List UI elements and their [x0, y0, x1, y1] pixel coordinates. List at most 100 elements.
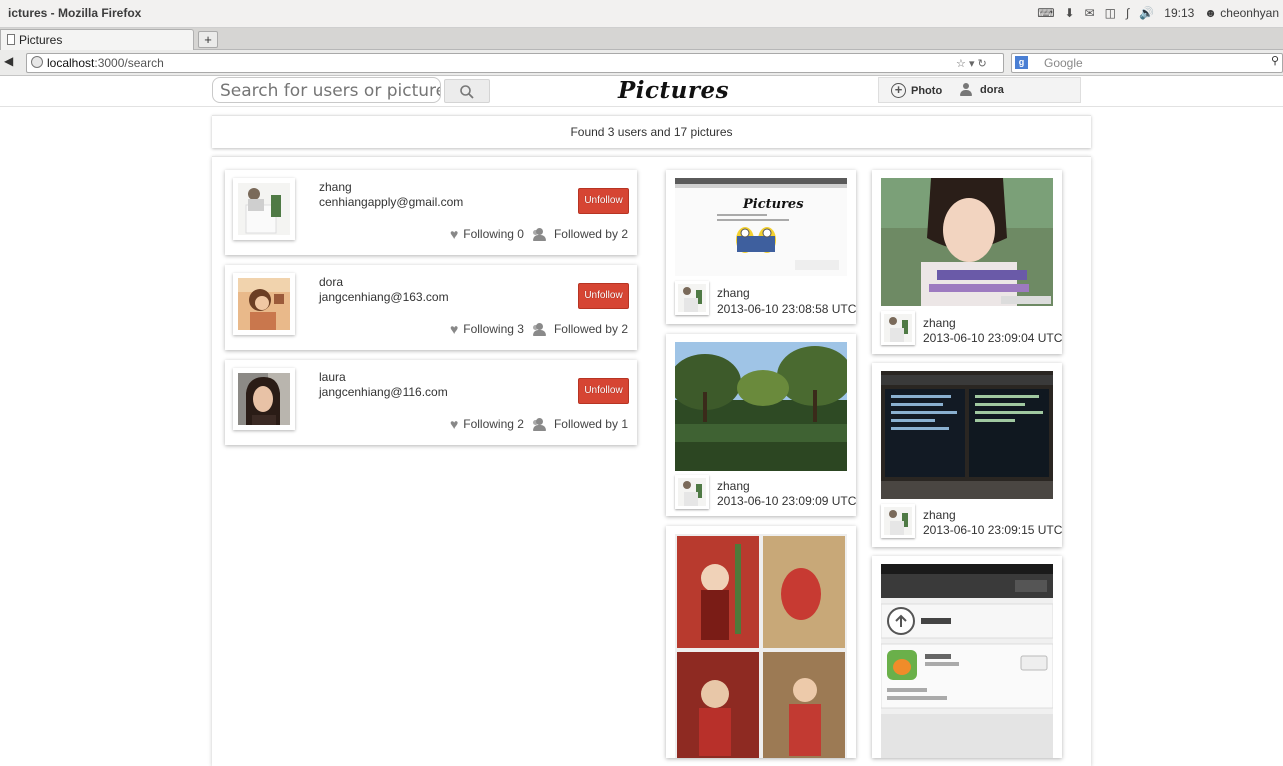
volume-icon[interactable]: 🔊 — [1139, 6, 1154, 20]
heart-icon: ♥ — [449, 416, 459, 432]
picture-thumbnail[interactable] — [881, 564, 1053, 758]
picture-thumbnail[interactable] — [675, 534, 847, 758]
user-stats: ♥ Following 2 Followed by 1 — [450, 417, 628, 431]
following-count[interactable]: Following 2 — [463, 417, 524, 431]
plus-circle-icon: + — [891, 83, 906, 98]
avatar-image — [238, 278, 290, 330]
owner-avatar-image — [884, 314, 912, 342]
user-bar: + Photo dora — [878, 77, 1081, 103]
picture-image — [881, 371, 1053, 499]
browser-tab[interactable]: Pictures — [0, 29, 194, 50]
picture-thumbnail[interactable]: Pictures — [675, 178, 847, 276]
owner-avatar[interactable] — [881, 311, 915, 345]
owner-avatar-image — [678, 284, 706, 312]
mail-icon[interactable]: ✉ — [1085, 6, 1095, 20]
avatar[interactable] — [233, 368, 295, 430]
unfollow-button[interactable]: Unfollow — [578, 188, 629, 214]
user-name[interactable]: laura — [319, 370, 346, 384]
picture-thumbnail[interactable] — [881, 371, 1053, 499]
search-engine-icon[interactable]: g — [1015, 56, 1028, 69]
owner-avatar[interactable] — [675, 281, 709, 315]
avatar[interactable] — [233, 273, 295, 335]
globe-icon[interactable] — [31, 56, 43, 68]
user-email: jangcenhiang@116.com — [319, 385, 448, 399]
new-tab-button[interactable]: + — [198, 31, 218, 48]
search-icon — [460, 85, 474, 99]
search-input[interactable] — [212, 77, 441, 103]
user-card: zhang cenhiangapply@gmail.com Unfollow ♥… — [225, 170, 637, 255]
add-photo-label: Photo — [911, 84, 943, 97]
picture-card[interactable]: Pictures zhang 2013-06-10 23:08:58 UTC — [666, 170, 856, 324]
user-card: laura jangcenhiang@116.com Unfollow ♥ Fo… — [225, 360, 637, 445]
bookmark-star-icon[interactable]: ☆ — [956, 58, 966, 70]
picture-owner[interactable]: zhang — [717, 479, 750, 493]
unfollow-button[interactable]: Unfollow — [578, 283, 629, 309]
person-icon — [959, 83, 973, 97]
heart-icon: ♥ — [449, 321, 459, 337]
keyboard-icon[interactable]: ⌨ — [1037, 6, 1054, 20]
user-stats: ♥ Following 3 Followed by 2 — [450, 322, 628, 336]
avatar[interactable] — [233, 178, 295, 240]
user-name[interactable]: dora — [319, 275, 343, 289]
search-button[interactable] — [444, 79, 490, 103]
picture-thumbnail[interactable] — [881, 178, 1053, 306]
clock[interactable]: 19:13 — [1164, 6, 1194, 20]
following-count[interactable]: Following 0 — [463, 227, 524, 241]
picture-timestamp: 2013-06-10 23:09:15 UTC — [923, 523, 1063, 537]
unfollow-button[interactable]: Unfollow — [578, 378, 629, 404]
followers-count[interactable]: Followed by 1 — [554, 417, 628, 431]
picture-card[interactable]: zhang 2013-06-10 23:09:15 UTC — [872, 363, 1062, 547]
tab-strip: Pictures + — [0, 28, 1283, 50]
owner-avatar[interactable] — [881, 504, 915, 538]
battery-icon[interactable]: ◫ — [1105, 6, 1116, 20]
group-icon — [532, 417, 548, 431]
following-count[interactable]: Following 3 — [463, 322, 524, 336]
picture-timestamp: 2013-06-10 23:08:58 UTC — [717, 302, 857, 316]
app-logo[interactable]: Pictures — [618, 77, 729, 104]
picture-card[interactable]: zhang 2013-06-10 23:09:04 UTC — [872, 170, 1062, 354]
picture-owner[interactable]: zhang — [923, 508, 956, 522]
picture-owner[interactable]: zhang — [717, 286, 750, 300]
back-arrow-icon[interactable]: ◀ — [4, 54, 13, 68]
results-summary: Found 3 users and 17 pictures — [212, 115, 1091, 148]
picture-card[interactable] — [666, 526, 856, 758]
url-host: localhost — [47, 56, 95, 70]
bluetooth-icon[interactable]: ∫ — [1126, 6, 1129, 20]
user-stats: ♥ Following 0 Followed by 2 — [450, 227, 628, 241]
reload-icon[interactable]: ↻ — [978, 58, 987, 70]
avatar-image — [238, 373, 290, 425]
page-icon — [7, 34, 15, 45]
current-username: dora — [980, 84, 1004, 96]
picture-owner[interactable]: zhang — [923, 316, 956, 330]
header-divider — [0, 106, 1283, 107]
followers-count[interactable]: Followed by 2 — [554, 227, 628, 241]
user-email: jangcenhiang@163.com — [319, 290, 449, 304]
session-user[interactable]: ☻ cheonhyan — [1204, 6, 1279, 20]
picture-thumbnail[interactable] — [675, 342, 847, 471]
picture-image — [675, 342, 847, 471]
system-tray: ⌨ ⬇ ✉ ◫ ∫ 🔊 19:13 ☻ cheonhyan — [1037, 6, 1279, 20]
picture-image — [881, 178, 1053, 306]
history-dropdown-icon[interactable]: ▾ — [969, 58, 975, 70]
web-search-field[interactable]: Google — [1011, 53, 1283, 73]
tab-title: Pictures — [19, 33, 63, 47]
web-search-icon[interactable]: ⚲ — [1271, 54, 1279, 67]
user-email: cenhiangapply@gmail.com — [319, 195, 464, 209]
current-user-link[interactable]: dora — [959, 83, 1004, 97]
owner-avatar[interactable] — [675, 475, 709, 509]
user-tray-icon: ☻ — [1204, 6, 1217, 20]
url-bar[interactable]: localhost:3000/search — [26, 53, 1004, 73]
owner-avatar-image — [678, 478, 706, 506]
picture-card[interactable]: zhang 2013-06-10 23:09:09 UTC — [666, 334, 856, 516]
picture-timestamp: 2013-06-10 23:09:09 UTC — [717, 494, 857, 508]
followers-count[interactable]: Followed by 2 — [554, 322, 628, 336]
session-user-name: cheonhyan — [1220, 6, 1279, 20]
heart-icon: ♥ — [449, 226, 459, 242]
download-icon[interactable]: ⬇ — [1065, 6, 1075, 20]
picture-caption: Pictures — [742, 197, 804, 212]
picture-card[interactable] — [872, 556, 1062, 758]
url-tools: ☆ ▾ ↻ — [956, 57, 987, 70]
add-photo-button[interactable]: + Photo — [891, 83, 942, 98]
group-icon — [532, 322, 548, 336]
user-name[interactable]: zhang — [319, 180, 352, 194]
